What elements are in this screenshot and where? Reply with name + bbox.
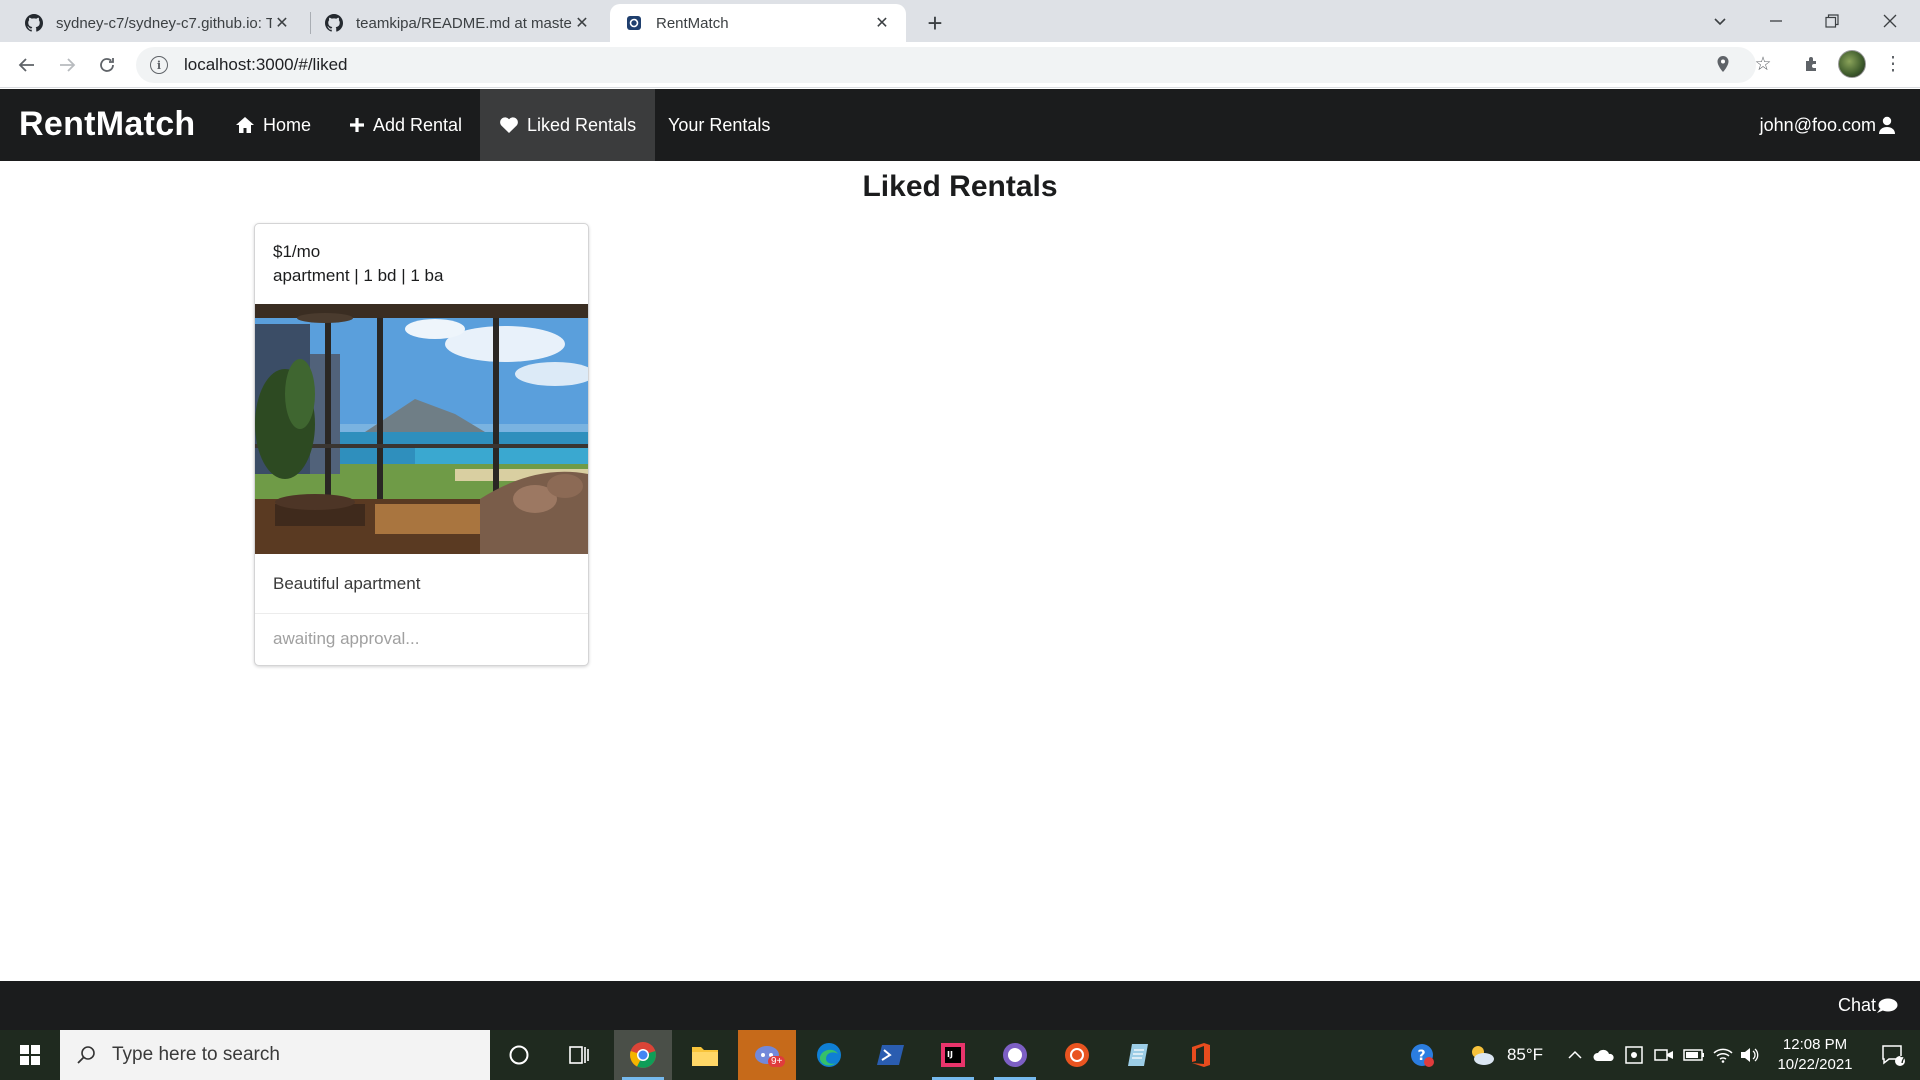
app-favicon-icon: [624, 13, 644, 33]
restore-icon[interactable]: [1804, 0, 1860, 42]
browser-tab-3[interactable]: RentMatch ✕: [610, 4, 906, 42]
forward-icon[interactable]: [52, 50, 82, 80]
svg-text:IJ: IJ: [947, 1050, 953, 1059]
discord-icon[interactable]: 9+: [738, 1030, 796, 1080]
close-icon[interactable]: ✕: [572, 13, 592, 33]
ubuntu-icon[interactable]: [1048, 1030, 1106, 1080]
app-footer: Chat: [0, 981, 1920, 1030]
user-menu[interactable]: john@foo.com: [1760, 89, 1896, 161]
bookmark-star-icon[interactable]: ☆: [1750, 51, 1776, 77]
url-text: localhost:3000/#/liked: [184, 55, 348, 74]
minimize-icon[interactable]: [1748, 0, 1804, 42]
discord-badge: 9+: [768, 1056, 786, 1067]
office-icon[interactable]: [1172, 1030, 1230, 1080]
rental-card[interactable]: $1/mo apartment | 1 bd | 1 ba Beautiful …: [254, 223, 589, 666]
taskbar-search-placeholder: Type here to search: [112, 1044, 280, 1065]
rental-price: $1/mo: [273, 242, 321, 261]
reload-icon[interactable]: [92, 50, 122, 80]
browser-tab-strip: sydney-c7/sydney-c7.github.io: T ✕ teamk…: [0, 0, 1920, 42]
github-icon: [324, 13, 344, 33]
notepad-icon[interactable]: [1110, 1030, 1168, 1080]
tab-title: RentMatch: [656, 14, 729, 32]
nav-your-rentals-label: Your Rentals: [668, 114, 771, 135]
wifi-icon[interactable]: [1710, 1030, 1736, 1080]
system-clock[interactable]: 12:08 PM 10/22/2021: [1760, 1035, 1870, 1075]
address-bar[interactable]: i localhost:3000/#/liked: [136, 47, 1756, 83]
vpn-icon[interactable]: [1620, 1030, 1648, 1080]
intellij-icon[interactable]: IJ: [924, 1030, 982, 1080]
volume-icon[interactable]: [1736, 1030, 1762, 1080]
chat-button[interactable]: Chat: [1838, 995, 1898, 1016]
os-taskbar: Type here to search 9+ IJ ? 85°F 12:08 P…: [0, 1030, 1920, 1080]
weather-icon[interactable]: [1468, 1030, 1496, 1080]
brand-logo[interactable]: RentMatch: [19, 105, 196, 144]
browser-tab-2[interactable]: teamkipa/README.md at master ✕: [310, 4, 606, 42]
app-navbar: RentMatch Home Add Rental Liked Rentals …: [0, 89, 1920, 161]
weather-temp: 85°F: [1506, 1045, 1544, 1064]
site-info-icon[interactable]: i: [150, 56, 168, 74]
file-explorer-icon[interactable]: [676, 1030, 734, 1080]
rental-status: awaiting approval...: [273, 629, 420, 648]
chevron-up-icon[interactable]: [1562, 1030, 1588, 1080]
battery-icon[interactable]: [1680, 1030, 1708, 1080]
nav-liked-rentals-label: Liked Rentals: [527, 114, 637, 135]
chrome-taskbar-icon[interactable]: [614, 1030, 672, 1080]
close-icon[interactable]: ✕: [872, 13, 892, 33]
nav-add-rental-label: Add Rental: [373, 114, 463, 135]
user-icon: [1878, 116, 1896, 134]
taskbar-search-input[interactable]: Type here to search: [60, 1030, 490, 1080]
onedrive-icon[interactable]: [1590, 1030, 1618, 1080]
chat-label: Chat: [1837, 995, 1876, 1015]
back-icon[interactable]: [12, 50, 42, 80]
cortana-icon[interactable]: [490, 1030, 548, 1080]
github-icon: [24, 13, 44, 33]
heart-icon: [499, 116, 519, 134]
nav-liked-rentals[interactable]: Liked Rentals: [480, 89, 656, 161]
home-icon: [235, 116, 255, 134]
meet-now-icon[interactable]: [1650, 1030, 1678, 1080]
windows-start-icon[interactable]: [0, 1030, 60, 1080]
rental-photo[interactable]: [255, 304, 588, 554]
tab-title: teamkipa/README.md at master: [356, 14, 572, 32]
page-title: Liked Rentals: [862, 170, 1058, 203]
close-window-icon[interactable]: [1862, 0, 1918, 42]
powershell-icon[interactable]: [862, 1030, 920, 1080]
notification-center-icon[interactable]: 7: [1870, 1030, 1916, 1080]
nav-your-rentals[interactable]: Your Rentals: [649, 89, 789, 161]
nav-home-label: Home: [263, 114, 312, 135]
browser-tab-1[interactable]: sydney-c7/sydney-c7.github.io: T ✕: [10, 4, 306, 42]
task-view-icon[interactable]: [550, 1030, 608, 1080]
chat-bubble-icon: [1876, 998, 1898, 1014]
user-email: john@foo.com: [1759, 114, 1876, 135]
close-icon[interactable]: ✕: [272, 13, 292, 33]
plus-icon: [349, 117, 365, 133]
location-pin-icon[interactable]: [1710, 51, 1736, 77]
nav-add-rental[interactable]: Add Rental: [330, 89, 481, 161]
new-tab-button[interactable]: +: [920, 8, 950, 38]
nav-home[interactable]: Home: [216, 89, 330, 161]
card-header: $1/mo apartment | 1 bd | 1 ba: [255, 224, 588, 304]
clock-date: 10/22/2021: [1777, 1056, 1853, 1073]
browser-toolbar: i localhost:3000/#/liked ☆ ⋮: [0, 42, 1920, 88]
profile-avatar[interactable]: [1838, 50, 1866, 78]
edge-icon[interactable]: [800, 1030, 858, 1080]
tab-title: sydney-c7/sydney-c7.github.io: T: [56, 14, 272, 32]
help-icon[interactable]: ?: [1402, 1030, 1442, 1080]
more-menu-icon[interactable]: ⋮: [1880, 51, 1906, 77]
notification-count: 7: [1900, 1055, 1906, 1066]
rental-details: apartment | 1 bd | 1 ba: [273, 266, 444, 285]
rental-description: Beautiful apartment: [255, 554, 588, 614]
tab-search-icon[interactable]: [1692, 0, 1748, 42]
extensions-icon[interactable]: [1799, 51, 1825, 77]
github-desktop-icon[interactable]: [986, 1030, 1044, 1080]
clock-time: 12:08 PM: [1782, 1036, 1848, 1053]
search-icon: [76, 1045, 96, 1065]
